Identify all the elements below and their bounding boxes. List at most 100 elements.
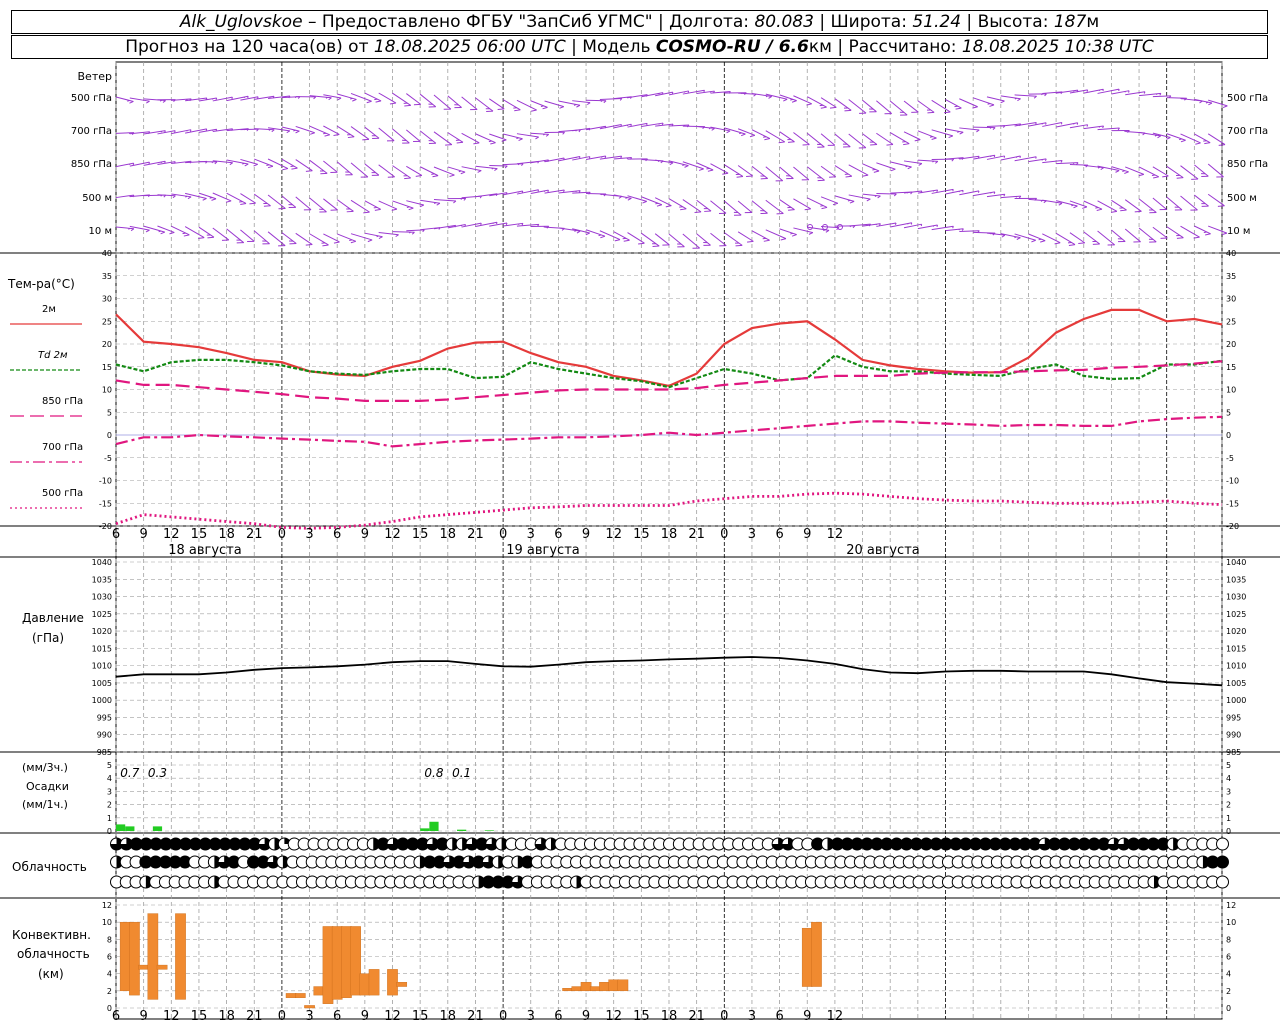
wind-barb-flag	[404, 177, 411, 180]
wind-barb-flag	[780, 238, 787, 241]
wind-barb-flag	[665, 205, 672, 208]
wind-barb-flag	[129, 100, 134, 104]
conv-bar	[811, 921, 822, 987]
wind-barb-flag	[202, 198, 207, 201]
wind-barb-flag	[989, 104, 995, 107]
conv-ylabel-line: (км)	[38, 967, 64, 981]
wind-barb-flag	[655, 202, 659, 205]
wind-barb-flag	[1086, 89, 1089, 92]
conv-bar	[138, 964, 149, 970]
temp-ytick-right: 40	[1226, 249, 1236, 258]
wind-barb-flag	[832, 202, 839, 206]
wind-barb-flag	[282, 168, 289, 171]
wind-barb-flag	[959, 131, 964, 135]
temp-xtick-label: 9	[140, 527, 148, 542]
wind-barb-shaft	[1000, 155, 1021, 161]
pres-ytick-right: 985	[1226, 748, 1241, 757]
wind-barb-shaft	[530, 100, 548, 108]
wind-barb-flag	[948, 135, 954, 139]
pres-ytick-left: 990	[97, 731, 112, 740]
wind-barb-flag	[322, 132, 327, 135]
wind-barb-flag	[187, 196, 192, 200]
wind-calm-marker	[837, 224, 843, 230]
wind-barb-flag	[517, 163, 520, 166]
wind-barb-flag	[207, 236, 214, 239]
wind-barb-flag	[449, 174, 455, 177]
wind-barb-flag	[456, 141, 464, 144]
wind-barb-shaft	[1042, 233, 1061, 244]
temp-xtick-label: 12	[163, 527, 180, 542]
wind-barb-flag	[324, 134, 330, 137]
wind-barb-shaft	[959, 98, 978, 108]
temp-xtick-label: 9	[803, 527, 811, 542]
conv-bar	[562, 988, 573, 992]
wind-barb-shaft	[447, 95, 462, 108]
wind-barb-shaft	[406, 200, 424, 206]
wind-level-label-right: 850 гПа	[1227, 159, 1268, 170]
wind-barb-flag	[1179, 138, 1182, 141]
temp-ytick-left: 10	[102, 386, 112, 395]
conv-bar	[304, 1005, 315, 1009]
wind-barb-flag	[305, 170, 313, 172]
wind-level-label-right: 700 гПа	[1227, 126, 1268, 137]
wind-barb-shaft	[337, 233, 356, 242]
wind-barb-shaft	[447, 166, 466, 173]
wind-barb-shaft	[668, 233, 685, 248]
precip-ytick-left: 4	[107, 774, 112, 783]
conv-xtick-label: 15	[633, 1009, 650, 1024]
wind-barb-shaft	[406, 165, 423, 176]
conv-bar	[322, 926, 334, 1004]
wind-barb-shaft	[378, 200, 398, 210]
temp-ytick-left: -15	[99, 499, 112, 508]
wind-barb-shaft	[1097, 230, 1115, 246]
wind-barb-shaft	[599, 97, 622, 100]
wind-barb-flag	[872, 168, 876, 171]
wind-barb-flag	[1016, 237, 1021, 240]
wind-barb-flag	[1086, 124, 1089, 127]
temp-ytick-right: -10	[1226, 477, 1239, 486]
conv-xtick-label: 9	[803, 1009, 811, 1024]
conv-bar	[396, 982, 408, 987]
wind-barb-shaft	[1028, 158, 1047, 163]
wind-barb-flag	[955, 107, 962, 110]
wind-barb-shaft	[378, 92, 397, 104]
conv-ytick-right: 12	[1226, 901, 1236, 910]
wind-barb-flag	[404, 104, 411, 107]
wind-barb-flag	[473, 142, 480, 145]
wind-barb-flag	[1205, 233, 1211, 236]
wind-barb-shaft	[364, 200, 381, 210]
wind-barb-shaft	[779, 199, 795, 211]
wind-barb-shaft	[737, 231, 754, 242]
wind-barb-shaft	[1069, 232, 1086, 244]
conv-xtick-label: 12	[605, 1009, 622, 1024]
wind-barb-flag	[820, 106, 827, 109]
precip-ytick-right: 2	[1226, 801, 1231, 810]
wind-barb-flag	[943, 111, 951, 114]
pres-ytick-left: 1025	[92, 610, 112, 619]
wind-level-label: 850 гПа	[71, 159, 112, 170]
wind-barb-flag	[253, 163, 258, 167]
wind-barb-flag	[460, 171, 466, 175]
wind-barb-flag	[931, 137, 937, 140]
wind-barb-flag	[375, 100, 382, 103]
precip-unit-top: (мм/3ч.)	[22, 761, 68, 774]
temp-legend-label: Td 2м	[38, 350, 68, 361]
wind-barb-shaft	[917, 159, 938, 162]
wind-barb-flag	[563, 189, 565, 193]
wind-barb-shaft	[696, 233, 711, 246]
wind-barb-flag	[225, 200, 232, 203]
wind-barb-shaft	[862, 99, 877, 113]
wind-barb-shaft	[295, 196, 312, 211]
temp-xtick-label: 18	[440, 527, 457, 542]
temp-ytick-left: 5	[107, 408, 112, 417]
wind-barb-flag	[707, 169, 714, 172]
conv-xtick-label: 6	[775, 1009, 783, 1024]
temp-xtick-label: 15	[412, 527, 429, 542]
conv-bar	[341, 926, 352, 998]
conv-xtick-label: 21	[246, 1009, 263, 1024]
wind-barb-flag	[849, 200, 855, 204]
wind-barb-shaft	[1042, 160, 1063, 164]
cloud-symbol	[1216, 837, 1229, 851]
meteogram-chart: Ветер 500 гПа 500 гПа 700 гПа 700 гПа 850 гПа…	[0, 61, 1280, 1024]
temp-xtick-label: 0	[720, 527, 728, 542]
